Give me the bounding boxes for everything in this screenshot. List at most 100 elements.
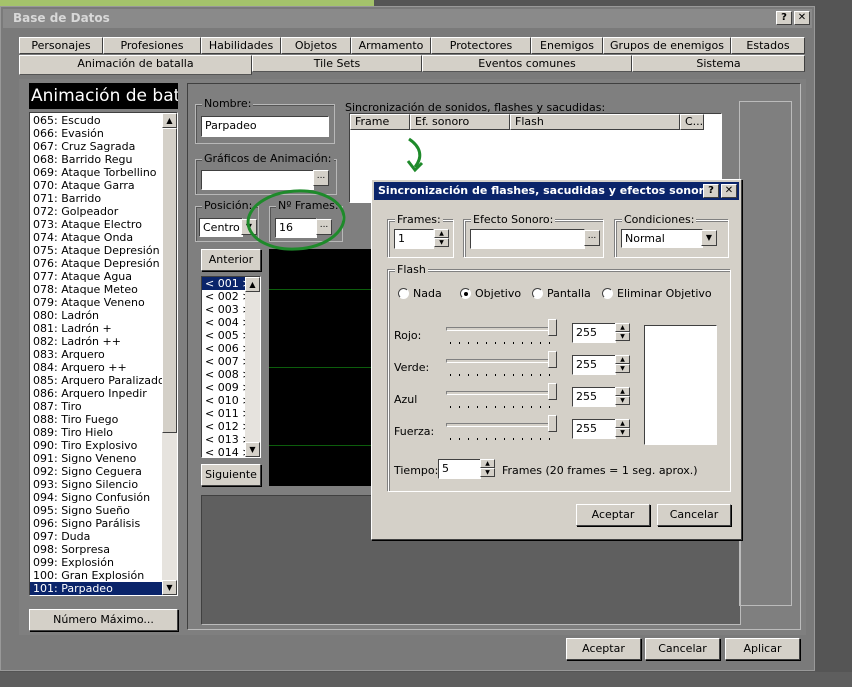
slider-spinner[interactable]: ▲ ▼ — [615, 323, 630, 342]
list-item[interactable]: 086: Arquero Inpedir — [30, 387, 163, 400]
radio-eliminar-objetivo[interactable] — [602, 288, 613, 299]
list-item[interactable]: 098: Sorpresa — [30, 543, 163, 556]
list-item[interactable]: 067: Cruz Sagrada — [30, 140, 163, 153]
radio-objetivo[interactable] — [460, 288, 471, 299]
frame-list[interactable]: < 001 > < 002 > < 003 > < 004 > < 005 > < 006… — [201, 276, 261, 458]
slider-track[interactable] — [446, 423, 554, 427]
chevron-down-icon[interactable]: ▼ — [701, 230, 717, 246]
max-number-button[interactable]: Número Máximo... — [29, 609, 178, 631]
tab-personajes[interactable]: Personajes — [19, 37, 103, 54]
slider-value-input[interactable]: 255 — [572, 323, 616, 343]
slider-spinner[interactable]: ▲ ▼ — [615, 355, 630, 374]
list-item[interactable]: 075: Ataque Depresión — [30, 244, 163, 257]
column-header[interactable]: Ef. sonoro — [410, 114, 510, 130]
slider-spinner[interactable]: ▲ ▼ — [615, 387, 630, 406]
frame-item[interactable]: < 014 > — [202, 446, 251, 457]
list-item[interactable]: 096: Signo Parálisis — [30, 517, 163, 530]
slider-value-input[interactable]: 255 — [572, 419, 616, 439]
radio-nada[interactable] — [398, 288, 409, 299]
position-select[interactable]: Centro — [199, 218, 243, 237]
frame-scrollbar[interactable]: ▲ ▼ — [245, 277, 260, 457]
tab-profesiones[interactable]: Profesiones — [103, 37, 201, 54]
tab-sistema[interactable]: Sistema — [632, 55, 805, 72]
dialog-cancel-button[interactable]: Cancelar — [657, 504, 731, 526]
list-item[interactable]: 087: Tiro — [30, 400, 163, 413]
slider-thumb[interactable] — [548, 319, 557, 336]
sound-input[interactable] — [470, 229, 585, 249]
list-item[interactable]: 073: Ataque Electro — [30, 218, 163, 231]
slider-track[interactable] — [446, 327, 554, 331]
tab-objetos[interactable]: Objetos — [281, 37, 351, 54]
column-header[interactable]: C... — [680, 114, 704, 130]
tab-estados[interactable]: Estados — [731, 37, 805, 54]
next-button[interactable]: Siguiente — [201, 464, 261, 486]
frame-item[interactable]: < 013 > — [202, 433, 251, 446]
slider-thumb[interactable] — [548, 351, 557, 368]
list-item[interactable]: 089: Tiro Hielo — [30, 426, 163, 439]
list-item[interactable]: 070: Ataque Garra — [30, 179, 163, 192]
list-item[interactable]: 094: Signo Confusión — [30, 491, 163, 504]
dialog-help-button[interactable]: ? — [703, 184, 719, 198]
list-item[interactable]: 080: Ladrón — [30, 309, 163, 322]
tab-animación-de-batalla[interactable]: Animación de batalla — [19, 55, 252, 75]
frame-item[interactable]: < 009 > — [202, 381, 251, 394]
slider-value-input[interactable]: 255 — [572, 355, 616, 375]
list-item[interactable]: 077: Ataque Agua — [30, 270, 163, 283]
close-icon[interactable]: ✕ — [794, 11, 810, 25]
list-item[interactable]: 082: Ladrón ++ — [30, 335, 163, 348]
tab-grupos-de-enemigos[interactable]: Grupos de enemigos — [603, 37, 731, 54]
name-input[interactable]: Parpadeo — [201, 116, 329, 137]
accept-button[interactable]: Aceptar — [566, 638, 641, 660]
radio-pantalla[interactable] — [532, 288, 543, 299]
tab-tile-sets[interactable]: Tile Sets — [252, 55, 422, 72]
cancel-button[interactable]: Cancelar — [645, 638, 720, 660]
list-item[interactable]: 072: Golpeador — [30, 205, 163, 218]
list-item[interactable]: 088: Tiro Fuego — [30, 413, 163, 426]
list-item[interactable]: 076: Ataque Depresión ++ — [30, 257, 177, 270]
list-item[interactable]: 066: Evasión — [30, 127, 163, 140]
list-item[interactable]: 091: Signo Veneno — [30, 452, 163, 465]
slider-track[interactable] — [446, 359, 554, 363]
scroll-down-icon[interactable]: ▼ — [245, 442, 260, 457]
frame-item[interactable]: < 012 > — [202, 420, 251, 433]
frames-spinner[interactable]: ▲ ▼ — [434, 229, 449, 248]
frame-item[interactable]: < 007 > — [202, 355, 251, 368]
list-item[interactable]: 099: Explosión — [30, 556, 163, 569]
slider-thumb[interactable] — [548, 383, 557, 400]
list-item[interactable]: 090: Tiro Explosivo — [30, 439, 163, 452]
tab-armamento[interactable]: Armamento — [351, 37, 431, 54]
dialog-frames-input[interactable]: 1 — [394, 229, 434, 249]
column-header[interactable]: Frame — [350, 114, 410, 130]
frame-item[interactable]: < 003 > — [202, 303, 251, 316]
slider-spinner[interactable]: ▲ ▼ — [615, 419, 630, 438]
frame-item[interactable]: < 005 > — [202, 329, 251, 342]
list-item[interactable]: 085: Arquero Paralizador — [30, 374, 169, 387]
list-item[interactable]: 071: Barrido — [30, 192, 163, 205]
help-button[interactable]: ? — [776, 11, 792, 25]
scroll-down-icon[interactable]: ▼ — [162, 580, 177, 595]
scroll-thumb[interactable] — [162, 128, 177, 433]
scroll-up-icon[interactable]: ▲ — [245, 277, 260, 292]
list-item[interactable]: 068: Barrido Regu — [30, 153, 163, 166]
frame-item[interactable]: < 001 > — [202, 277, 251, 290]
time-spinner[interactable]: ▲ ▼ — [480, 459, 495, 478]
time-input[interactable]: 5 — [438, 459, 481, 479]
frame-item[interactable]: < 002 > — [202, 290, 251, 303]
list-item[interactable]: 074: Ataque Onda — [30, 231, 163, 244]
close-icon[interactable]: ✕ — [721, 184, 737, 198]
tab-eventos-comunes[interactable]: Eventos comunes — [422, 55, 632, 72]
animation-list[interactable]: 065: Escudo 066: Evasión 067: Cruz Sagrada… — [29, 112, 178, 596]
tab-enemigos[interactable]: Enemigos — [531, 37, 603, 54]
slider-value-input[interactable]: 255 — [572, 387, 616, 407]
list-item[interactable]: 079: Ataque Veneno — [30, 296, 163, 309]
list-item[interactable]: 065: Escudo — [30, 114, 163, 127]
list-item[interactable]: 095: Signo Sueño — [30, 504, 163, 517]
frame-item[interactable]: < 004 > — [202, 316, 251, 329]
sound-browse-button[interactable]: ... — [584, 230, 600, 246]
list-scrollbar[interactable]: ▲ ▼ — [162, 113, 177, 595]
list-item[interactable]: 084: Arquero ++ — [30, 361, 163, 374]
graphics-browse-button[interactable]: ... — [313, 170, 329, 186]
list-item[interactable]: 097: Duda — [30, 530, 163, 543]
slider-thumb[interactable] — [548, 415, 557, 432]
list-item[interactable]: 093: Signo Silencio — [30, 478, 163, 491]
